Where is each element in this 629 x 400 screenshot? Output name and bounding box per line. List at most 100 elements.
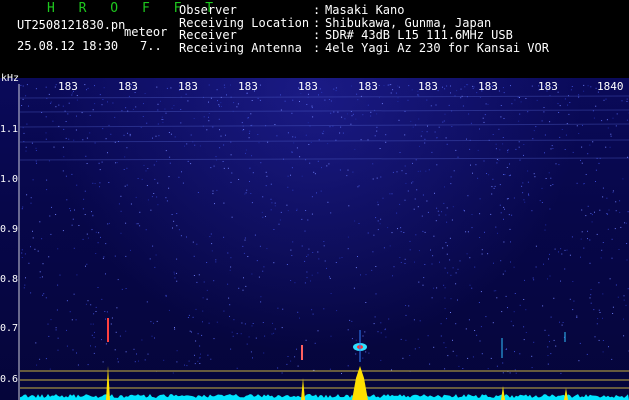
noise-pixel [236,106,238,108]
noise-pixel [76,99,78,101]
noise-pixel [487,253,489,255]
noise-pixel [117,358,119,360]
noise-pixel [385,134,387,136]
noise-pixel [282,308,284,310]
noise-pixel [28,262,30,264]
noise-pixel [291,112,293,114]
noise-pixel [173,105,175,106]
noise-pixel [472,172,473,174]
noise-pixel [383,247,385,249]
noise-pixel [184,145,185,147]
noise-pixel [590,213,592,214]
noise-pixel [262,322,264,323]
noise-pixel [158,135,160,137]
noise-pixel [566,249,568,251]
noise-pixel [583,90,585,92]
noise-pixel [153,322,154,324]
noise-pixel [125,330,127,332]
noise-pixel [559,136,561,138]
noise-pixel [379,223,381,225]
noise-pixel [491,193,493,195]
noise-pixel [474,330,476,331]
noise-pixel [36,364,38,366]
noise-pixel [477,149,479,151]
noise-pixel [121,288,123,290]
noise-pixel [30,202,32,204]
noise-pixel [385,141,387,143]
noise-pixel [421,215,423,217]
noise-pixel [347,169,349,171]
noise-pixel [290,360,292,362]
noise-pixel [536,99,538,101]
noise-pixel [224,87,226,89]
noise-pixel [443,284,445,286]
noise-pixel [446,207,448,209]
noise-pixel [154,178,156,180]
noise-pixel [102,99,104,100]
noise-pixel [317,251,319,253]
noise-pixel [76,95,78,96]
noise-pixel [398,119,400,121]
y-tick-label: 0.9 [0,224,19,235]
noise-pixel [376,113,378,115]
noise-pixel [445,137,447,139]
noise-pixel [212,126,214,128]
noise-pixel [280,211,282,213]
noise-pixel [246,189,248,191]
noise-pixel [348,205,350,207]
noise-pixel [453,170,455,172]
noise-pixel [507,149,509,150]
noise-pixel [73,293,75,295]
noise-pixel [424,142,426,144]
noise-pixel [414,198,416,200]
noise-pixel [186,365,188,367]
noise-pixel [411,89,413,91]
noise-pixel [596,233,598,235]
noise-pixel [452,206,454,208]
noise-pixel [34,248,36,250]
noise-pixel [277,367,279,369]
noise-pixel [46,189,48,191]
noise-streak [19,95,629,99]
noise-pixel [487,103,489,105]
noise-pixel [496,297,498,299]
noise-pixel [35,160,37,162]
noise-pixel [351,338,353,340]
noise-pixel [330,112,332,114]
noise-pixel [479,198,481,200]
noise-pixel [400,262,402,263]
noise-pixel [350,123,352,125]
noise-pixel [165,150,167,152]
noise-pixel [476,334,478,336]
noise-pixel [215,261,217,263]
noise-pixel [550,353,552,355]
noise-pixel [610,133,612,135]
y-tick-label: 0.6 [0,374,19,385]
noise-pixel [286,363,288,365]
noise-pixel [199,363,201,364]
noise-pixel [341,257,343,258]
noise-pixel [525,332,527,333]
noise-pixel [470,122,472,124]
noise-pixel [479,213,481,215]
noise-pixel [49,215,51,217]
noise-pixel [241,122,243,124]
noise-pixel [230,84,231,86]
noise-pixel [92,323,94,325]
noise-pixel [76,184,78,186]
noise-pixel [433,287,435,289]
noise-pixel [327,143,329,145]
noise-pixel [418,94,419,96]
noise-pixel [564,98,566,100]
noise-pixel [221,106,222,107]
noise-pixel [449,237,451,239]
noise-pixel [214,203,215,205]
noise-pixel [446,85,448,87]
noise-pixel [62,170,64,172]
noise-pixel [447,272,449,274]
noise-pixel [123,169,125,170]
noise-pixel [101,161,103,163]
noise-pixel [594,211,595,213]
noise-pixel [609,146,611,148]
noise-pixel [465,328,467,330]
